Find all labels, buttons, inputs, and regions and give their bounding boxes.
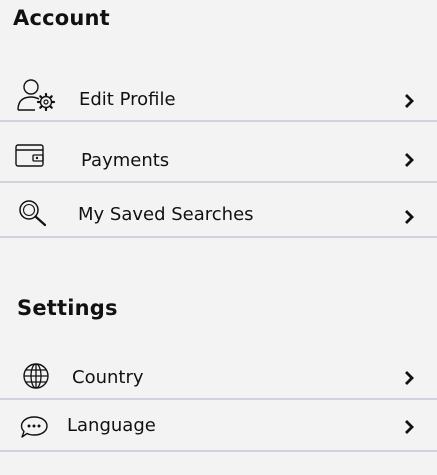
divider [0,398,437,400]
speech-bubble-icon [20,416,48,438]
chevron-right-icon [405,420,414,434]
menu-item-country[interactable]: Country [0,356,437,398]
user-gear-icon [17,79,56,112]
menu-item-language[interactable]: Language [0,406,437,448]
menu-item-label: Language [67,415,156,436]
wallet-icon [15,144,44,167]
chevron-right-icon [405,94,414,108]
menu-item-label: Country [72,367,144,388]
account-section-title: Account [13,6,110,30]
menu-item-my-saved-searches[interactable]: My Saved Searches [0,196,437,236]
settings-section-title: Settings [17,296,118,320]
menu-item-label: Edit Profile [79,89,176,110]
divider [0,236,437,238]
menu-item-edit-profile[interactable]: Edit Profile [0,76,437,120]
chevron-right-icon [405,153,414,167]
divider [0,181,437,183]
divider [0,450,437,452]
search-icon [19,200,47,227]
chevron-right-icon [405,210,414,224]
globe-icon [23,363,49,389]
menu-item-label: My Saved Searches [78,204,254,225]
menu-item-label: Payments [81,150,170,171]
chevron-right-icon [405,371,414,385]
divider [0,120,437,122]
menu-item-payments[interactable]: Payments [0,140,437,180]
